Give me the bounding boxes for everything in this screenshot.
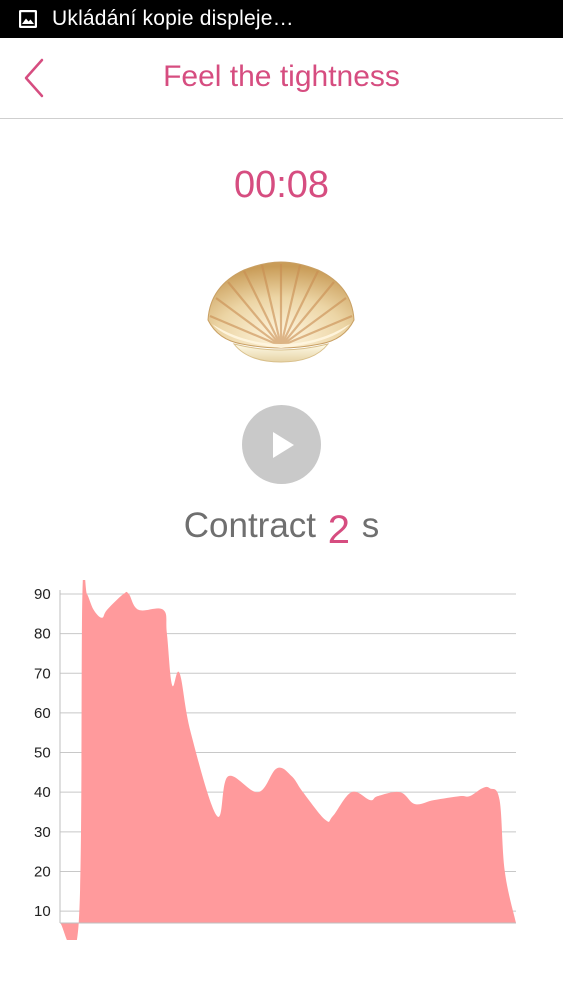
play-button[interactable] [242, 405, 321, 484]
y-tick-label: 10 [34, 903, 51, 920]
image-icon [19, 10, 37, 28]
contract-label: Contract [183, 506, 317, 545]
y-tick-label: 30 [34, 824, 51, 841]
play-icon [273, 432, 294, 458]
y-tick-label: 70 [34, 665, 51, 682]
y-tick-label: 80 [34, 626, 51, 643]
y-tick-label: 40 [34, 784, 51, 801]
status-bar: Ukládání kopie displeje… [0, 0, 563, 38]
y-tick-label: 50 [34, 745, 51, 762]
page-title: Feel the tightness [163, 60, 400, 93]
contract-seconds: 2 [327, 508, 351, 552]
notification-text: Ukládání kopie displeje… [52, 7, 294, 30]
tightness-chart: 90 80 70 60 50 40 30 20 10 [34, 580, 516, 940]
contract-instruction: Contract 2 s [0, 502, 563, 552]
y-tick-label: 90 [34, 586, 51, 603]
app-header: Feel the tightness [0, 38, 563, 119]
y-tick-label: 60 [34, 705, 51, 722]
y-tick-label: 20 [34, 863, 51, 880]
timer-display: 00:08 [233, 164, 330, 206]
seashell-icon [207, 261, 355, 363]
contract-unit: s [361, 506, 380, 545]
